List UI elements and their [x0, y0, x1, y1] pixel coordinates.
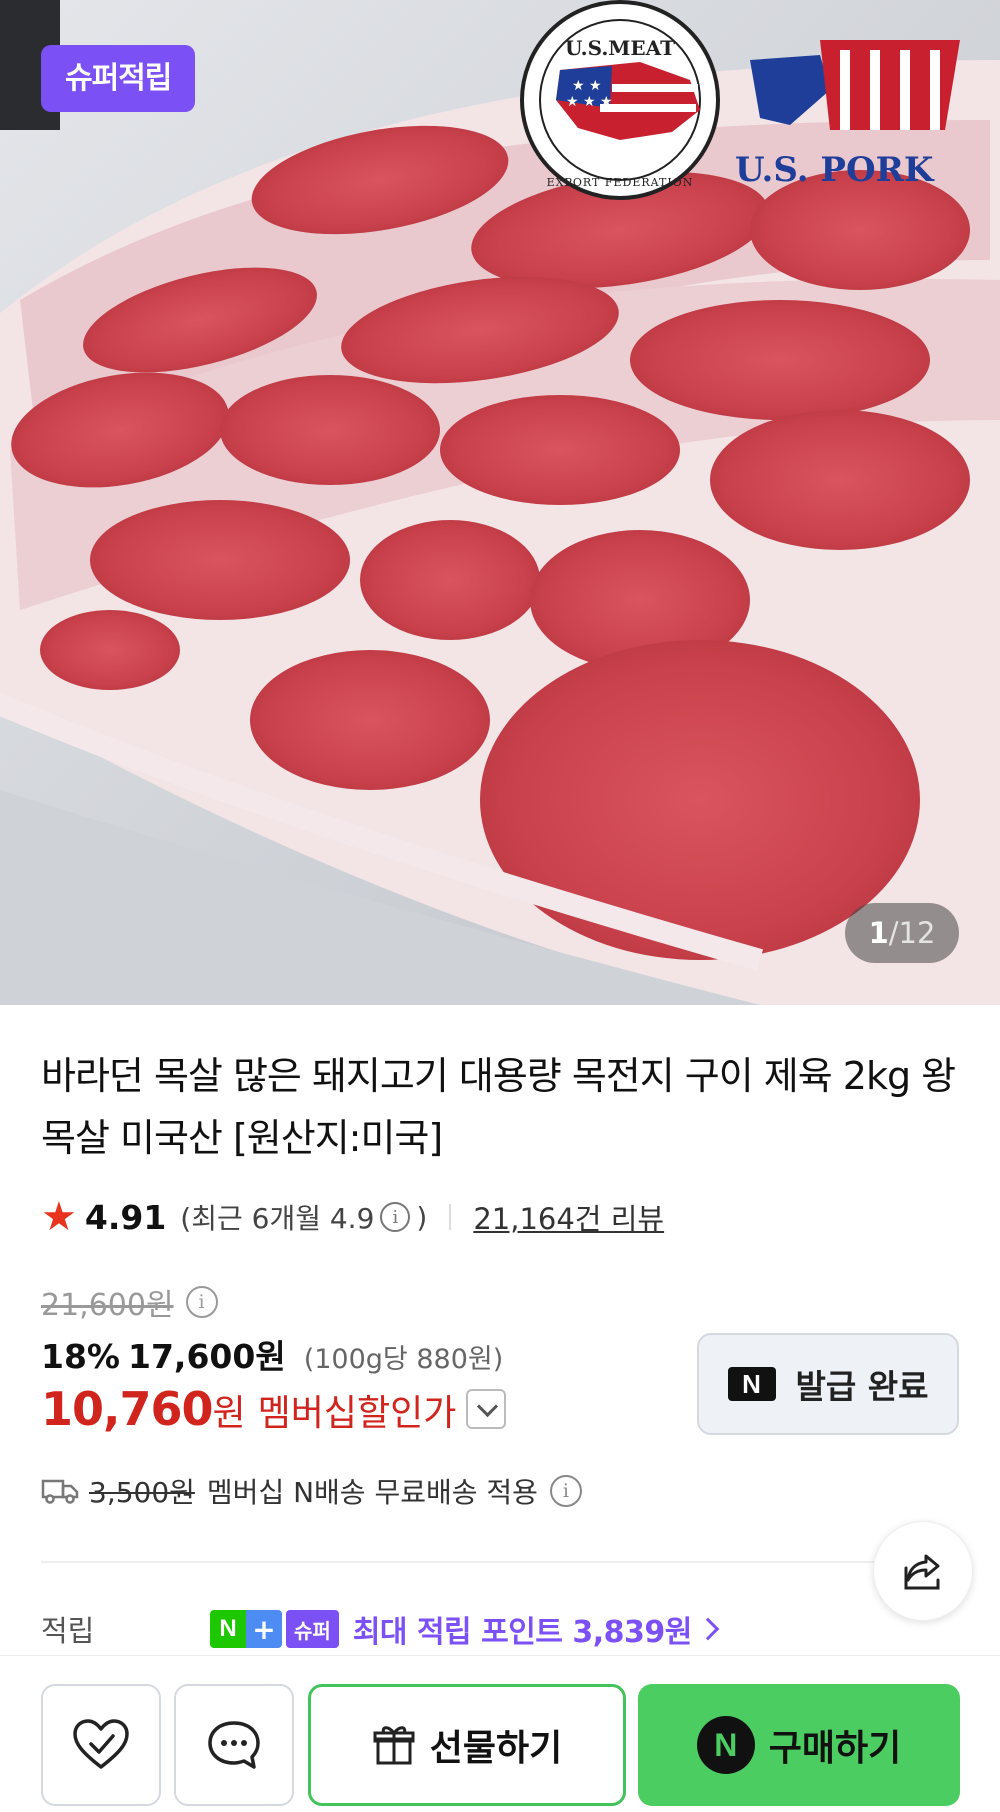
product-title: 바라던 목살 많은 돼지고기 대용량 목전지 구이 제육 2kg 왕목살 미국산… — [41, 1054, 956, 1160]
plus-tag: + — [246, 1610, 282, 1648]
buy-label: 구매하기 — [768, 1728, 902, 1769]
gift-label: 선물하기 — [429, 1728, 563, 1769]
shipping-info-icon[interactable]: i — [549, 1475, 582, 1507]
divider-line — [41, 1561, 959, 1563]
unit-price: (100g당 880원) — [303, 1344, 504, 1375]
wishlist-button[interactable] — [41, 1684, 161, 1806]
image-counter-total: 12 — [898, 916, 936, 950]
image-counter-current: 1 — [868, 916, 889, 950]
buy-button[interactable]: N 구매하기 — [638, 1684, 960, 1806]
recent-rating-close: ) — [416, 1200, 428, 1234]
heart-check-icon — [73, 1719, 129, 1769]
naver-n-icon: N — [727, 1367, 776, 1401]
recent-rating-text: (최근 6개월 4.9 — [180, 1202, 375, 1235]
member-price: 10,760 — [41, 1382, 214, 1436]
rating-score: 4.91 — [84, 1197, 167, 1237]
svg-text:★ ★: ★ ★ — [572, 78, 602, 94]
usmef-seal-bottom-text: EXPORT FEDERATION — [546, 176, 694, 189]
reviews-link[interactable]: 21,164건 리뷰 — [473, 1196, 664, 1238]
talk-button[interactable] — [174, 1684, 294, 1806]
truck-icon — [41, 1479, 79, 1504]
member-price-label: 멤버십할인가 — [257, 1393, 457, 1434]
bottom-action-bar: 선물하기 N 구매하기 — [0, 1655, 1000, 1812]
original-price-row: 21,600원 i — [41, 1280, 218, 1324]
naver-pay-icon: N — [696, 1716, 755, 1774]
usmef-seal-top-text: U.S.MEAT — [565, 36, 675, 60]
shipping-note: 멤버십 N배송 무료배송 적용 — [206, 1476, 538, 1509]
original-price: 21,600원 — [41, 1288, 174, 1323]
product-image[interactable]: ★ ★ ★ ★ ★ 슈퍼적립 U.S.MEAT EXPORT FEDERATIO… — [0, 0, 1000, 1005]
share-icon — [904, 1554, 940, 1590]
price-info-icon[interactable]: i — [185, 1286, 218, 1318]
super-points-badge: 슈퍼적립 — [41, 45, 196, 112]
image-counter-separator: / — [888, 916, 899, 950]
points-row[interactable]: 적립 N + 슈퍼 최대 적립 포인트 3,839원 — [41, 1605, 720, 1653]
sale-price-row: 18% 17,600원 (100g당 880원) — [41, 1330, 503, 1376]
naver-n-tag: N — [210, 1610, 246, 1648]
shipping-row: 3,500원 멤버십 N배송 무료배송 적용 i — [41, 1468, 582, 1514]
share-button[interactable] — [873, 1521, 973, 1621]
info-icon[interactable]: i — [380, 1202, 411, 1232]
points-label: 적립 — [41, 1614, 95, 1648]
divider — [449, 1204, 452, 1230]
super-tag: 슈퍼 — [286, 1610, 339, 1648]
coupon-issued-button[interactable]: N 발급 완료 — [697, 1333, 959, 1435]
max-points-text: 최대 적립 포인트 3,839원 — [352, 1615, 693, 1650]
gift-button[interactable]: 선물하기 — [308, 1684, 626, 1806]
chat-bubble-icon — [208, 1721, 260, 1769]
svg-text:★ ★ ★: ★ ★ ★ — [566, 94, 613, 110]
member-price-currency: 원 — [212, 1393, 246, 1434]
image-counter: 1/12 — [845, 903, 959, 963]
discount-rate: 18% — [41, 1337, 120, 1376]
member-price-row: 10,760 원 멤버십할인가 — [41, 1382, 507, 1444]
chevron-right-icon — [696, 1617, 720, 1641]
sale-price: 17,600원 — [128, 1337, 286, 1376]
coupon-label: 발급 완료 — [795, 1367, 929, 1406]
gift-icon — [373, 1726, 415, 1765]
us-pork-logo-text: U.S. PORK — [735, 150, 934, 190]
rating-row: ★ 4.91 (최근 6개월 4.9 i ) 21,164건 리뷰 — [41, 1195, 664, 1239]
original-shipping-fee: 3,500원 — [89, 1476, 195, 1509]
star-icon: ★ — [41, 1194, 77, 1240]
chevron-down-icon[interactable] — [466, 1389, 507, 1429]
